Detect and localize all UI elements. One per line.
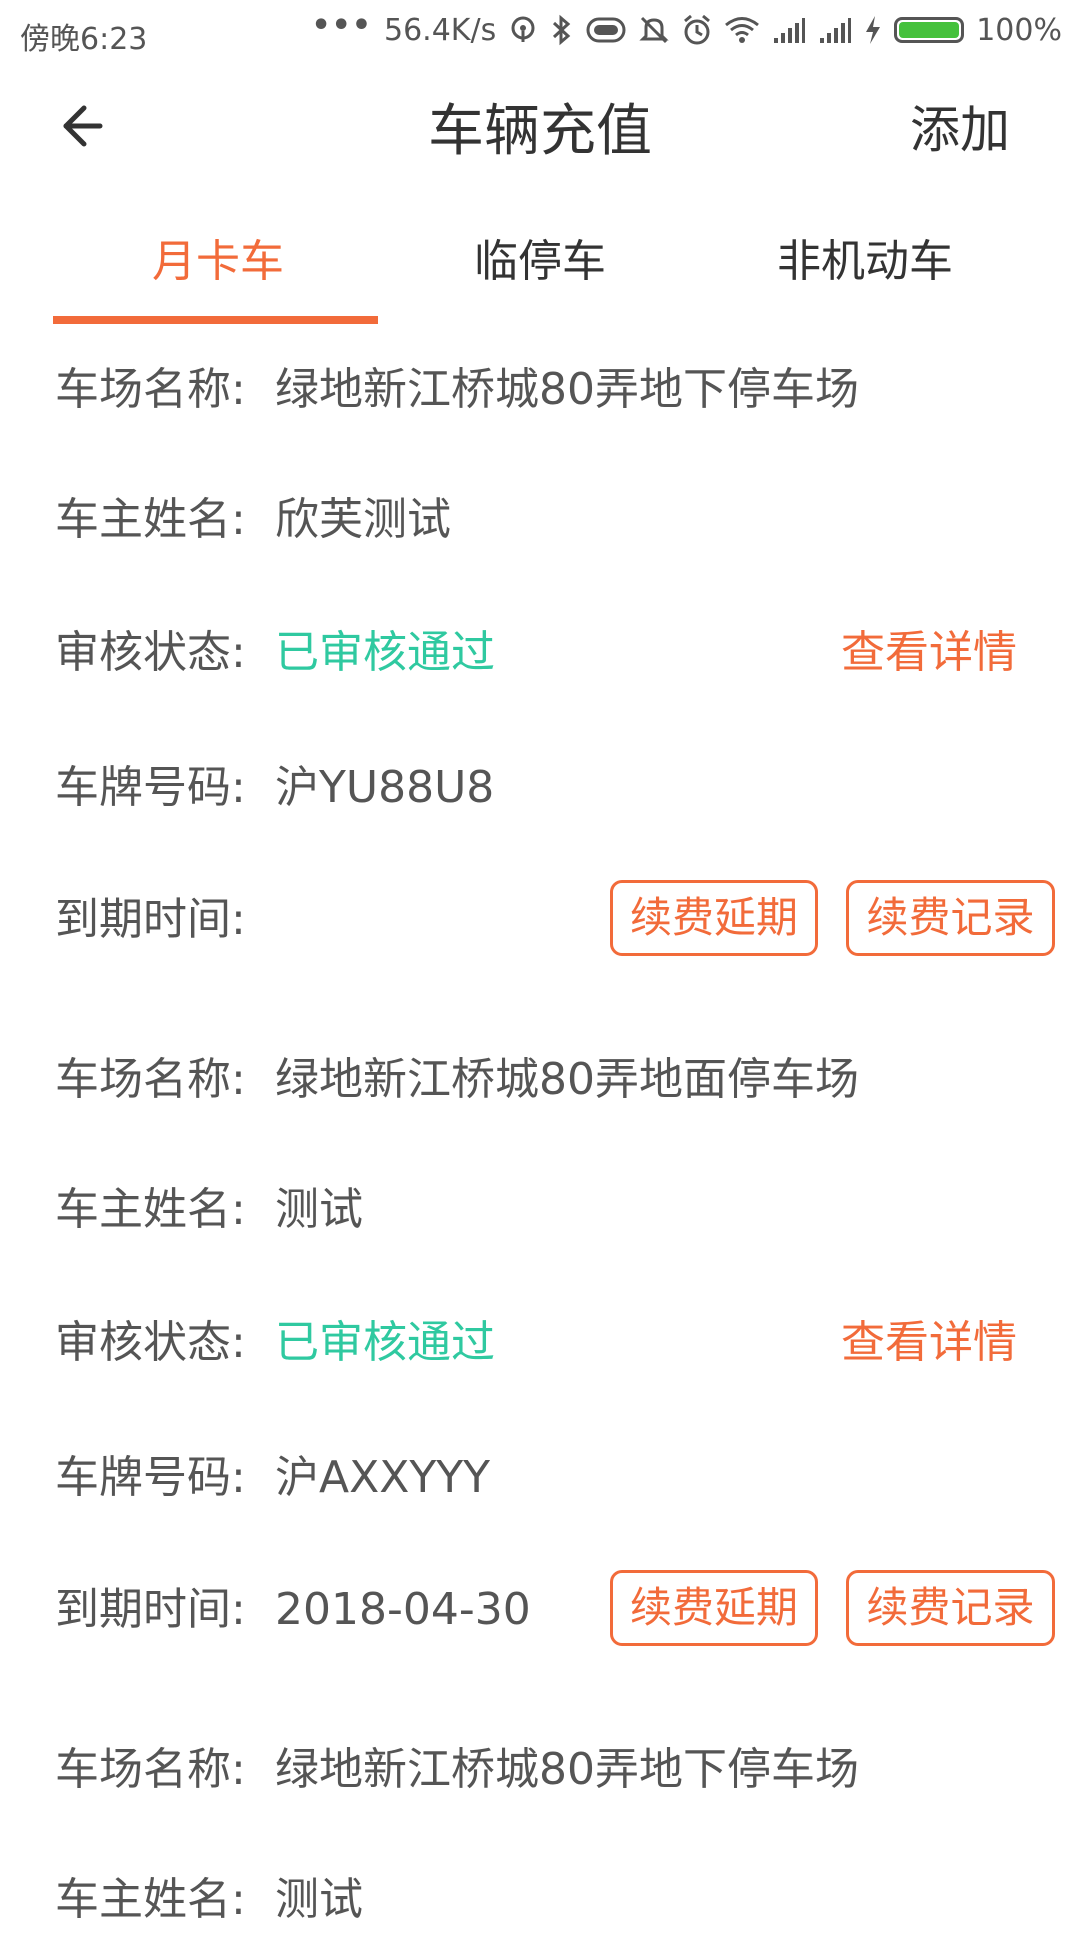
plate-row: 车牌号码: 沪YU88U8 — [0, 753, 1080, 823]
tab-temporary-parking[interactable]: 临停车 — [375, 225, 705, 289]
renewal-records-button[interactable]: 续费记录 — [846, 1570, 1055, 1646]
lot-value: 绿地新江桥城80弄地面停车场 — [275, 1054, 859, 1105]
plate-value: 沪YU88U8 — [275, 762, 495, 813]
lot-row: 车场名称: 绿地新江桥城80弄地下停车场 — [0, 355, 1080, 425]
status-bar: 傍晚6:23 ••• 56.4K/s 100% — [0, 0, 1080, 60]
add-button[interactable]: 添加 — [910, 90, 1010, 162]
tab-active-indicator — [53, 316, 378, 324]
owner-label: 车主姓名: — [55, 1874, 246, 1925]
plate-row: 车牌号码: 沪AXXYYY — [0, 1443, 1080, 1513]
status-label: 审核状态: — [55, 627, 246, 678]
tab-bar: 月卡车 临停车 非机动车 — [0, 225, 1080, 325]
title-bar: 车辆充值 添加 — [0, 70, 1080, 180]
status-time: 傍晚6:23 — [20, 22, 148, 57]
status-label: 审核状态: — [55, 1317, 246, 1368]
alarm-icon — [682, 14, 712, 46]
battery-percent: 100% — [976, 12, 1062, 48]
renew-extend-button[interactable]: 续费延期 — [610, 880, 818, 956]
tab-monthly-card[interactable]: 月卡车 — [53, 225, 383, 289]
owner-label: 车主姓名: — [55, 1184, 246, 1235]
expiry-row: 到期时间: 2018-04-30 续费延期 续费记录 — [0, 1570, 1080, 1646]
lot-label: 车场名称: — [55, 364, 246, 415]
status-value: 已审核通过 — [275, 627, 495, 678]
plate-value: 沪AXXYYY — [275, 1452, 491, 1503]
lot-row: 车场名称: 绿地新江桥城80弄地面停车场 — [0, 1045, 1080, 1115]
battery-icon — [894, 17, 965, 43]
owner-value: 测试 — [275, 1874, 363, 1925]
owner-row: 车主姓名: 欣芙测试 — [0, 485, 1080, 555]
expiry-label: 到期时间: — [55, 1584, 246, 1635]
battery-level — [899, 22, 960, 38]
owner-value: 测试 — [275, 1184, 363, 1235]
lot-value: 绿地新江桥城80弄地下停车场 — [275, 364, 859, 415]
charging-icon — [864, 15, 882, 45]
tab-non-motor-vehicle[interactable]: 非机动车 — [700, 225, 1030, 289]
lot-value: 绿地新江桥城80弄地下停车场 — [275, 1744, 859, 1795]
wifi-icon — [724, 16, 760, 44]
expiry-value: 2018-04-30 — [275, 1584, 531, 1635]
renew-extend-button[interactable]: 续费延期 — [610, 1570, 818, 1646]
status-value: 已审核通过 — [275, 1317, 495, 1368]
owner-row: 车主姓名: 测试 — [0, 1865, 1080, 1935]
signal-icon — [818, 16, 852, 44]
signal-icon — [772, 16, 806, 44]
status-row: 审核状态: 已审核通过 查看详情 — [0, 1308, 1080, 1378]
status-row: 审核状态: 已审核通过 查看详情 — [0, 618, 1080, 688]
network-speed: 56.4K/s — [384, 12, 497, 48]
expiry-label: 到期时间: — [55, 894, 246, 945]
renewal-records-button[interactable]: 续费记录 — [846, 880, 1055, 956]
plate-label: 车牌号码: — [55, 1452, 246, 1503]
lot-label: 车场名称: — [55, 1744, 246, 1795]
lot-label: 车场名称: — [55, 1054, 246, 1105]
mute-icon — [638, 14, 670, 46]
bluetooth-icon — [550, 14, 574, 46]
owner-value: 欣芙测试 — [275, 494, 451, 545]
toggle-icon — [586, 16, 626, 44]
view-details-link[interactable]: 查看详情 — [841, 618, 1017, 688]
owner-label: 车主姓名: — [55, 494, 246, 545]
lot-row: 车场名称: 绿地新江桥城80弄地下停车场 — [0, 1735, 1080, 1805]
more-dots: ••• — [311, 7, 372, 43]
hotspot-icon — [508, 15, 538, 45]
view-details-link[interactable]: 查看详情 — [841, 1308, 1017, 1378]
owner-row: 车主姓名: 测试 — [0, 1175, 1080, 1245]
expiry-row: 到期时间: 续费延期 续费记录 — [0, 880, 1080, 956]
status-icons: ••• 56.4K/s 100% — [311, 7, 1062, 51]
plate-label: 车牌号码: — [55, 762, 246, 813]
